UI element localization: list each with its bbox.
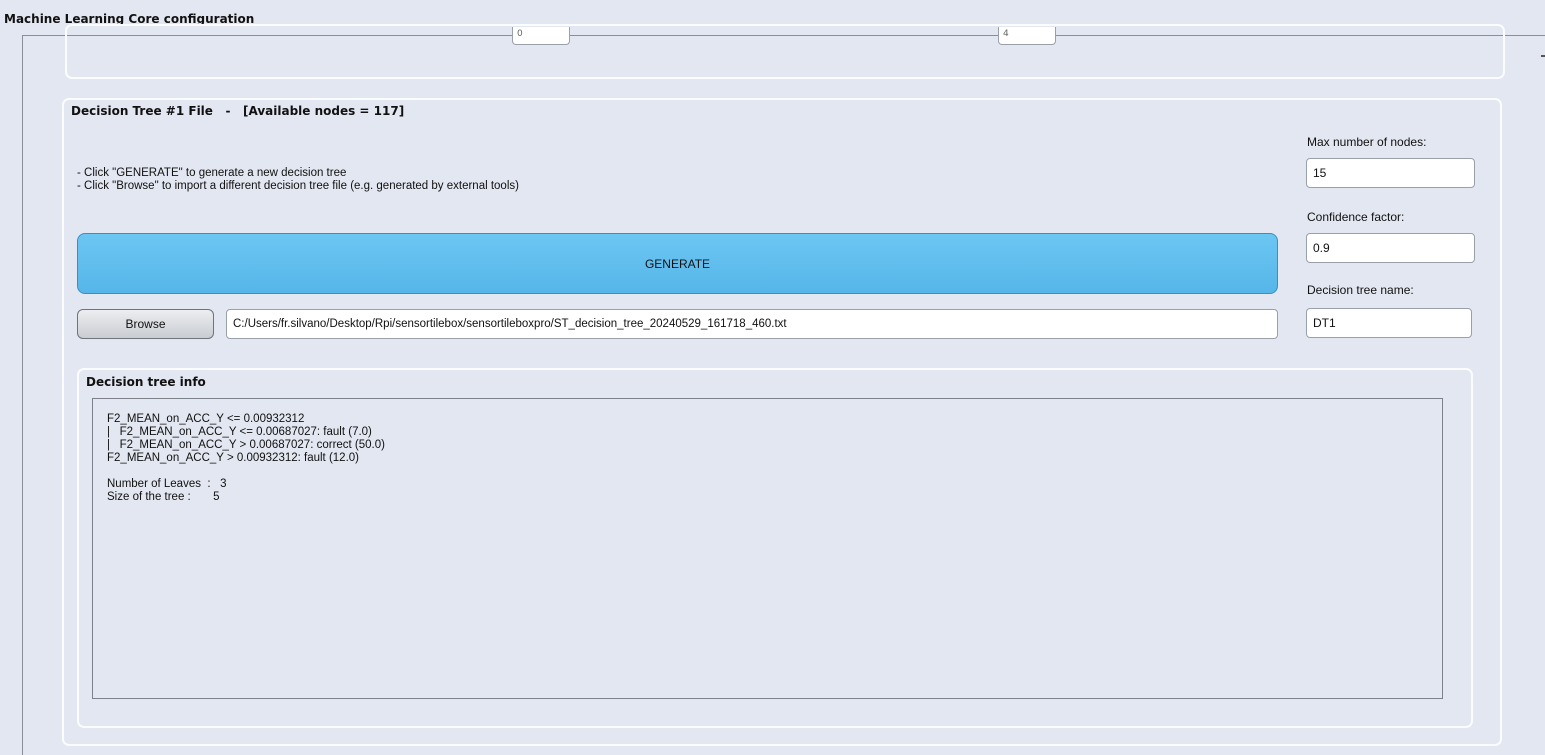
browse-button[interactable]: Browse	[77, 309, 214, 339]
tree-blank-line	[107, 465, 1442, 478]
ml-core-config-window: Machine Learning Core configuration 0 4 …	[0, 0, 1545, 755]
tree-line: | F2_MEAN_on_ACC_Y <= 0.00687027: fault …	[107, 426, 372, 438]
tree-name-label: Decision tree name:	[1307, 283, 1414, 297]
decision-tree-info-title: Decision tree info	[86, 375, 206, 389]
tree-line: F2_MEAN_on_ACC_Y <= 0.00932312	[107, 413, 305, 425]
leaves-count-line: Number of Leaves : 3	[107, 478, 227, 490]
tree-line: F2_MEAN_on_ACC_Y > 0.00932312: fault (12…	[107, 452, 359, 464]
scrollbar-marker[interactable]	[1541, 55, 1545, 57]
tree-size-line: Size of the tree : 5	[107, 491, 220, 503]
decision-tree-title: Decision Tree #1 File - [Available nodes…	[71, 104, 405, 118]
generate-hint: - Click "GENERATE" to generate a new dec…	[77, 167, 347, 179]
right-spinbox[interactable]: 4	[998, 27, 1056, 45]
max-nodes-label: Max number of nodes:	[1307, 135, 1427, 149]
previous-settings-panel	[65, 24, 1505, 79]
browse-hint: - Click "Browse" to import a different d…	[77, 180, 519, 192]
tree-name-input[interactable]	[1306, 308, 1472, 338]
generate-button[interactable]: GENERATE	[77, 233, 1278, 294]
confidence-factor-input[interactable]	[1306, 233, 1475, 263]
file-path-input[interactable]	[226, 309, 1278, 339]
left-spinbox[interactable]: 0	[512, 27, 570, 45]
confidence-factor-label: Confidence factor:	[1307, 210, 1405, 224]
decision-tree-info-text[interactable]: F2_MEAN_on_ACC_Y <= 0.00932312 | F2_MEAN…	[92, 398, 1443, 699]
tree-line: | F2_MEAN_on_ACC_Y > 0.00687027: correct…	[107, 439, 385, 451]
max-nodes-input[interactable]	[1306, 158, 1475, 188]
